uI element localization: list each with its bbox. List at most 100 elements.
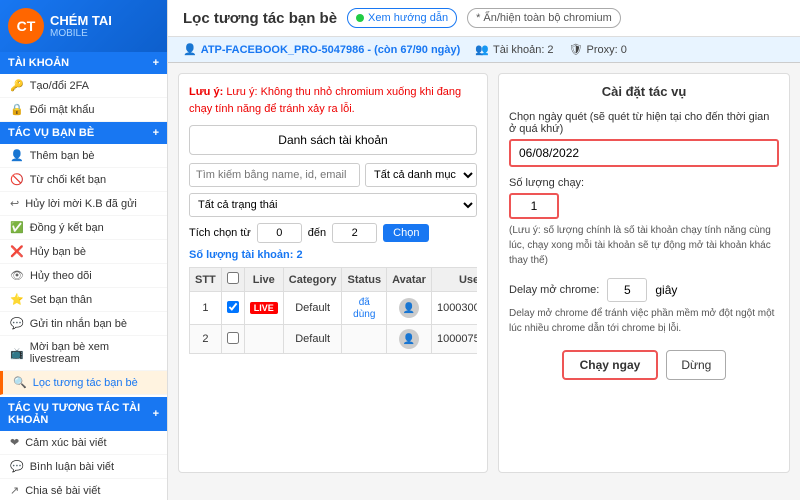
so-luong-row: Số lượng tài khoản: 2: [189, 249, 477, 261]
sidebar-item-2fa[interactable]: 🔑 Tạo/đổi 2FA: [0, 74, 167, 98]
warning-text: Lưu ý: Lưu ý: Không thu nhỏ chromium xuố…: [189, 84, 477, 117]
sidebar-item-password[interactable]: 🔒 Đổi mật khẩu: [0, 98, 167, 122]
dung-button[interactable]: Dừng: [666, 350, 726, 380]
account-list-button[interactable]: Danh sách tài khoản: [189, 125, 477, 155]
cell-live: [244, 325, 283, 354]
undo-icon: ↩: [10, 197, 19, 210]
cell-avatar: 👤: [387, 292, 432, 325]
accounts-icon: 👥: [475, 43, 489, 56]
sidebar-item-loc-tuong-tac[interactable]: 🔍 Lọc tương tác bạn bè: [0, 371, 167, 395]
unfollow-icon: 👁: [10, 269, 24, 282]
avatar: 👤: [399, 329, 419, 349]
proxy-icon: 🛡: [569, 43, 583, 56]
sidebar-item-dong-y[interactable]: ✅ Đồng ý kết bạn: [0, 216, 167, 240]
action-row: Chạy ngay Dừng: [509, 350, 779, 380]
filter-icon: 🔍: [13, 376, 27, 389]
cell-userid: 100007586507...: [431, 325, 477, 354]
logo-icon: CT: [8, 8, 44, 44]
select-all-checkbox[interactable]: [227, 272, 239, 284]
table-header-row: STT Live Category Status Avatar User ID: [190, 268, 478, 292]
chon-button[interactable]: Chọn: [383, 224, 429, 242]
cell-check: [221, 325, 244, 354]
row-checkbox-2[interactable]: [227, 332, 239, 344]
status-select[interactable]: Tất cả trạng thái: [189, 193, 477, 217]
tuong-tac-section: TÁC VỤ TƯƠNG TÁC TÀI KHOẢN +: [0, 397, 167, 431]
cell-avatar: 👤: [387, 325, 432, 354]
range-row: Tích chọn từ đến Chọn: [189, 223, 477, 243]
live-badge: LIVE: [250, 302, 278, 314]
logo-text: CHÉM TAI: [50, 13, 112, 29]
left-panel: Lưu ý: Lưu ý: Không thu nhỏ chromium xuố…: [178, 73, 488, 473]
sidebar-item-tu-choi[interactable]: 🚫 Từ chối kết bạn: [0, 168, 167, 192]
main-content: Lọc tương tác bạn bè Xem hướng dẫn * Ẩn/…: [168, 0, 800, 500]
sidebar-item-cam-xuc[interactable]: ❤ Cảm xúc bài viết: [0, 431, 167, 455]
proxy-count: 🛡 Proxy: 0: [569, 43, 627, 56]
range-from-input[interactable]: [257, 223, 302, 243]
comment-icon: 💬: [10, 460, 24, 473]
check-icon: ✅: [10, 221, 24, 234]
row-checkbox-1[interactable]: [227, 301, 239, 313]
sidebar-item-moi-livestream[interactable]: 📺 Mời bạn bè xem livestream: [0, 336, 167, 371]
tich-chon-label: Tích chọn từ: [189, 227, 251, 239]
search-input[interactable]: [189, 163, 360, 187]
green-dot-icon: [356, 14, 364, 22]
table-row: 1 LIVE Default đã dùng 👤 100030073599...: [190, 292, 478, 325]
delay-row: Delay mở chrome: giây: [509, 278, 779, 302]
sidebar-item-them-ban[interactable]: 👤 Thêm bạn bè: [0, 144, 167, 168]
cell-stt: 1: [190, 292, 222, 325]
key-icon: 🔑: [10, 79, 24, 92]
date-input[interactable]: [509, 139, 779, 167]
status-select-row: Tất cả trạng thái: [189, 193, 477, 217]
share-icon: ↗: [10, 484, 19, 497]
col-live: Live: [244, 268, 283, 292]
tai-khoan-section: TÀI KHOẢN +: [0, 52, 167, 74]
col-status: Status: [342, 268, 387, 292]
hide-chromium-button[interactable]: * Ẩn/hiện toàn bộ chromium: [467, 8, 621, 28]
avatar: 👤: [399, 298, 419, 318]
sidebar-item-huy-ban[interactable]: ❌ Hủy bạn bè: [0, 240, 167, 264]
page-title: Lọc tương tác bạn bè: [183, 10, 337, 27]
so-luong-input[interactable]: [509, 193, 559, 219]
cell-category: Default: [283, 292, 342, 325]
cell-stt: 2: [190, 325, 222, 354]
col-check: [221, 268, 244, 292]
sidebar-item-chia-se[interactable]: ↗ Chia sẻ bài viết: [0, 479, 167, 500]
right-panel: Cài đặt tác vụ Chọn ngày quét (sẽ quét t…: [498, 73, 790, 473]
range-to-input[interactable]: [332, 223, 377, 243]
remove-friend-icon: ❌: [10, 245, 24, 258]
sidebar-item-huy-loi-moi[interactable]: ↩ Hủy lời mời K.B đã gửi: [0, 192, 167, 216]
sidebar-item-set-ban-than[interactable]: ⭐ Set bạn thân: [0, 288, 167, 312]
cell-live: LIVE: [244, 292, 283, 325]
sidebar-item-huy-theo-doi[interactable]: 👁 Hủy theo dõi: [0, 264, 167, 288]
accounts-table-wrap: STT Live Category Status Avatar User ID …: [189, 267, 477, 354]
col-category: Category: [283, 268, 342, 292]
delay-input[interactable]: [607, 278, 647, 302]
delay-label: Delay mở chrome:: [509, 284, 599, 296]
account-bar: 👤 ATP-FACEBOOK_PRO-5047986 - (còn 67/90 …: [168, 37, 800, 63]
profile-icon: 👤: [183, 43, 197, 56]
sidebar-item-binh-luan[interactable]: 💬 Bình luận bài viết: [0, 455, 167, 479]
date-field-label: Chọn ngày quét (sẽ quét từ hiện tại cho …: [509, 111, 779, 135]
cell-userid: 100030073599...: [431, 292, 477, 325]
account-profile: 👤 ATP-FACEBOOK_PRO-5047986 - (còn 67/90 …: [183, 43, 460, 56]
sidebar: CT CHÉM TAI MOBILE TÀI KHOẢN + 🔑 Tạo/đổi…: [0, 0, 168, 500]
category-select[interactable]: Tất cả danh mục: [365, 163, 477, 187]
right-panel-title: Cài đặt tác vụ: [509, 84, 779, 99]
ban-be-section: TÁC VỤ BẠN BÈ +: [0, 122, 167, 144]
so-luong-input-row: [509, 193, 779, 219]
so-luong-note: (Lưu ý: số lượng chính là số tài khoản c…: [509, 223, 779, 268]
cell-status: [342, 325, 387, 354]
lock-icon: 🔒: [10, 103, 24, 116]
chay-ngay-button[interactable]: Chạy ngay: [562, 350, 659, 380]
content-area: Lưu ý: Lưu ý: Không thu nhỏ chromium xuố…: [168, 63, 800, 483]
cell-category: Default: [283, 325, 342, 354]
accounts-table: STT Live Category Status Avatar User ID …: [189, 267, 477, 354]
so-luong-field-label: Số lượng chạy:: [509, 177, 779, 189]
eye-icon: *: [476, 12, 480, 24]
livestream-icon: 📺: [10, 347, 24, 360]
sidebar-item-gui-tin[interactable]: 💬 Gửi tin nhắn bạn bè: [0, 312, 167, 336]
guide-button[interactable]: Xem hướng dẫn: [347, 8, 457, 28]
add-friend-icon: 👤: [10, 149, 24, 162]
account-count: 👥 Tài khoản: 2: [475, 43, 553, 56]
table-row: 2 Default 👤 100007586507...: [190, 325, 478, 354]
